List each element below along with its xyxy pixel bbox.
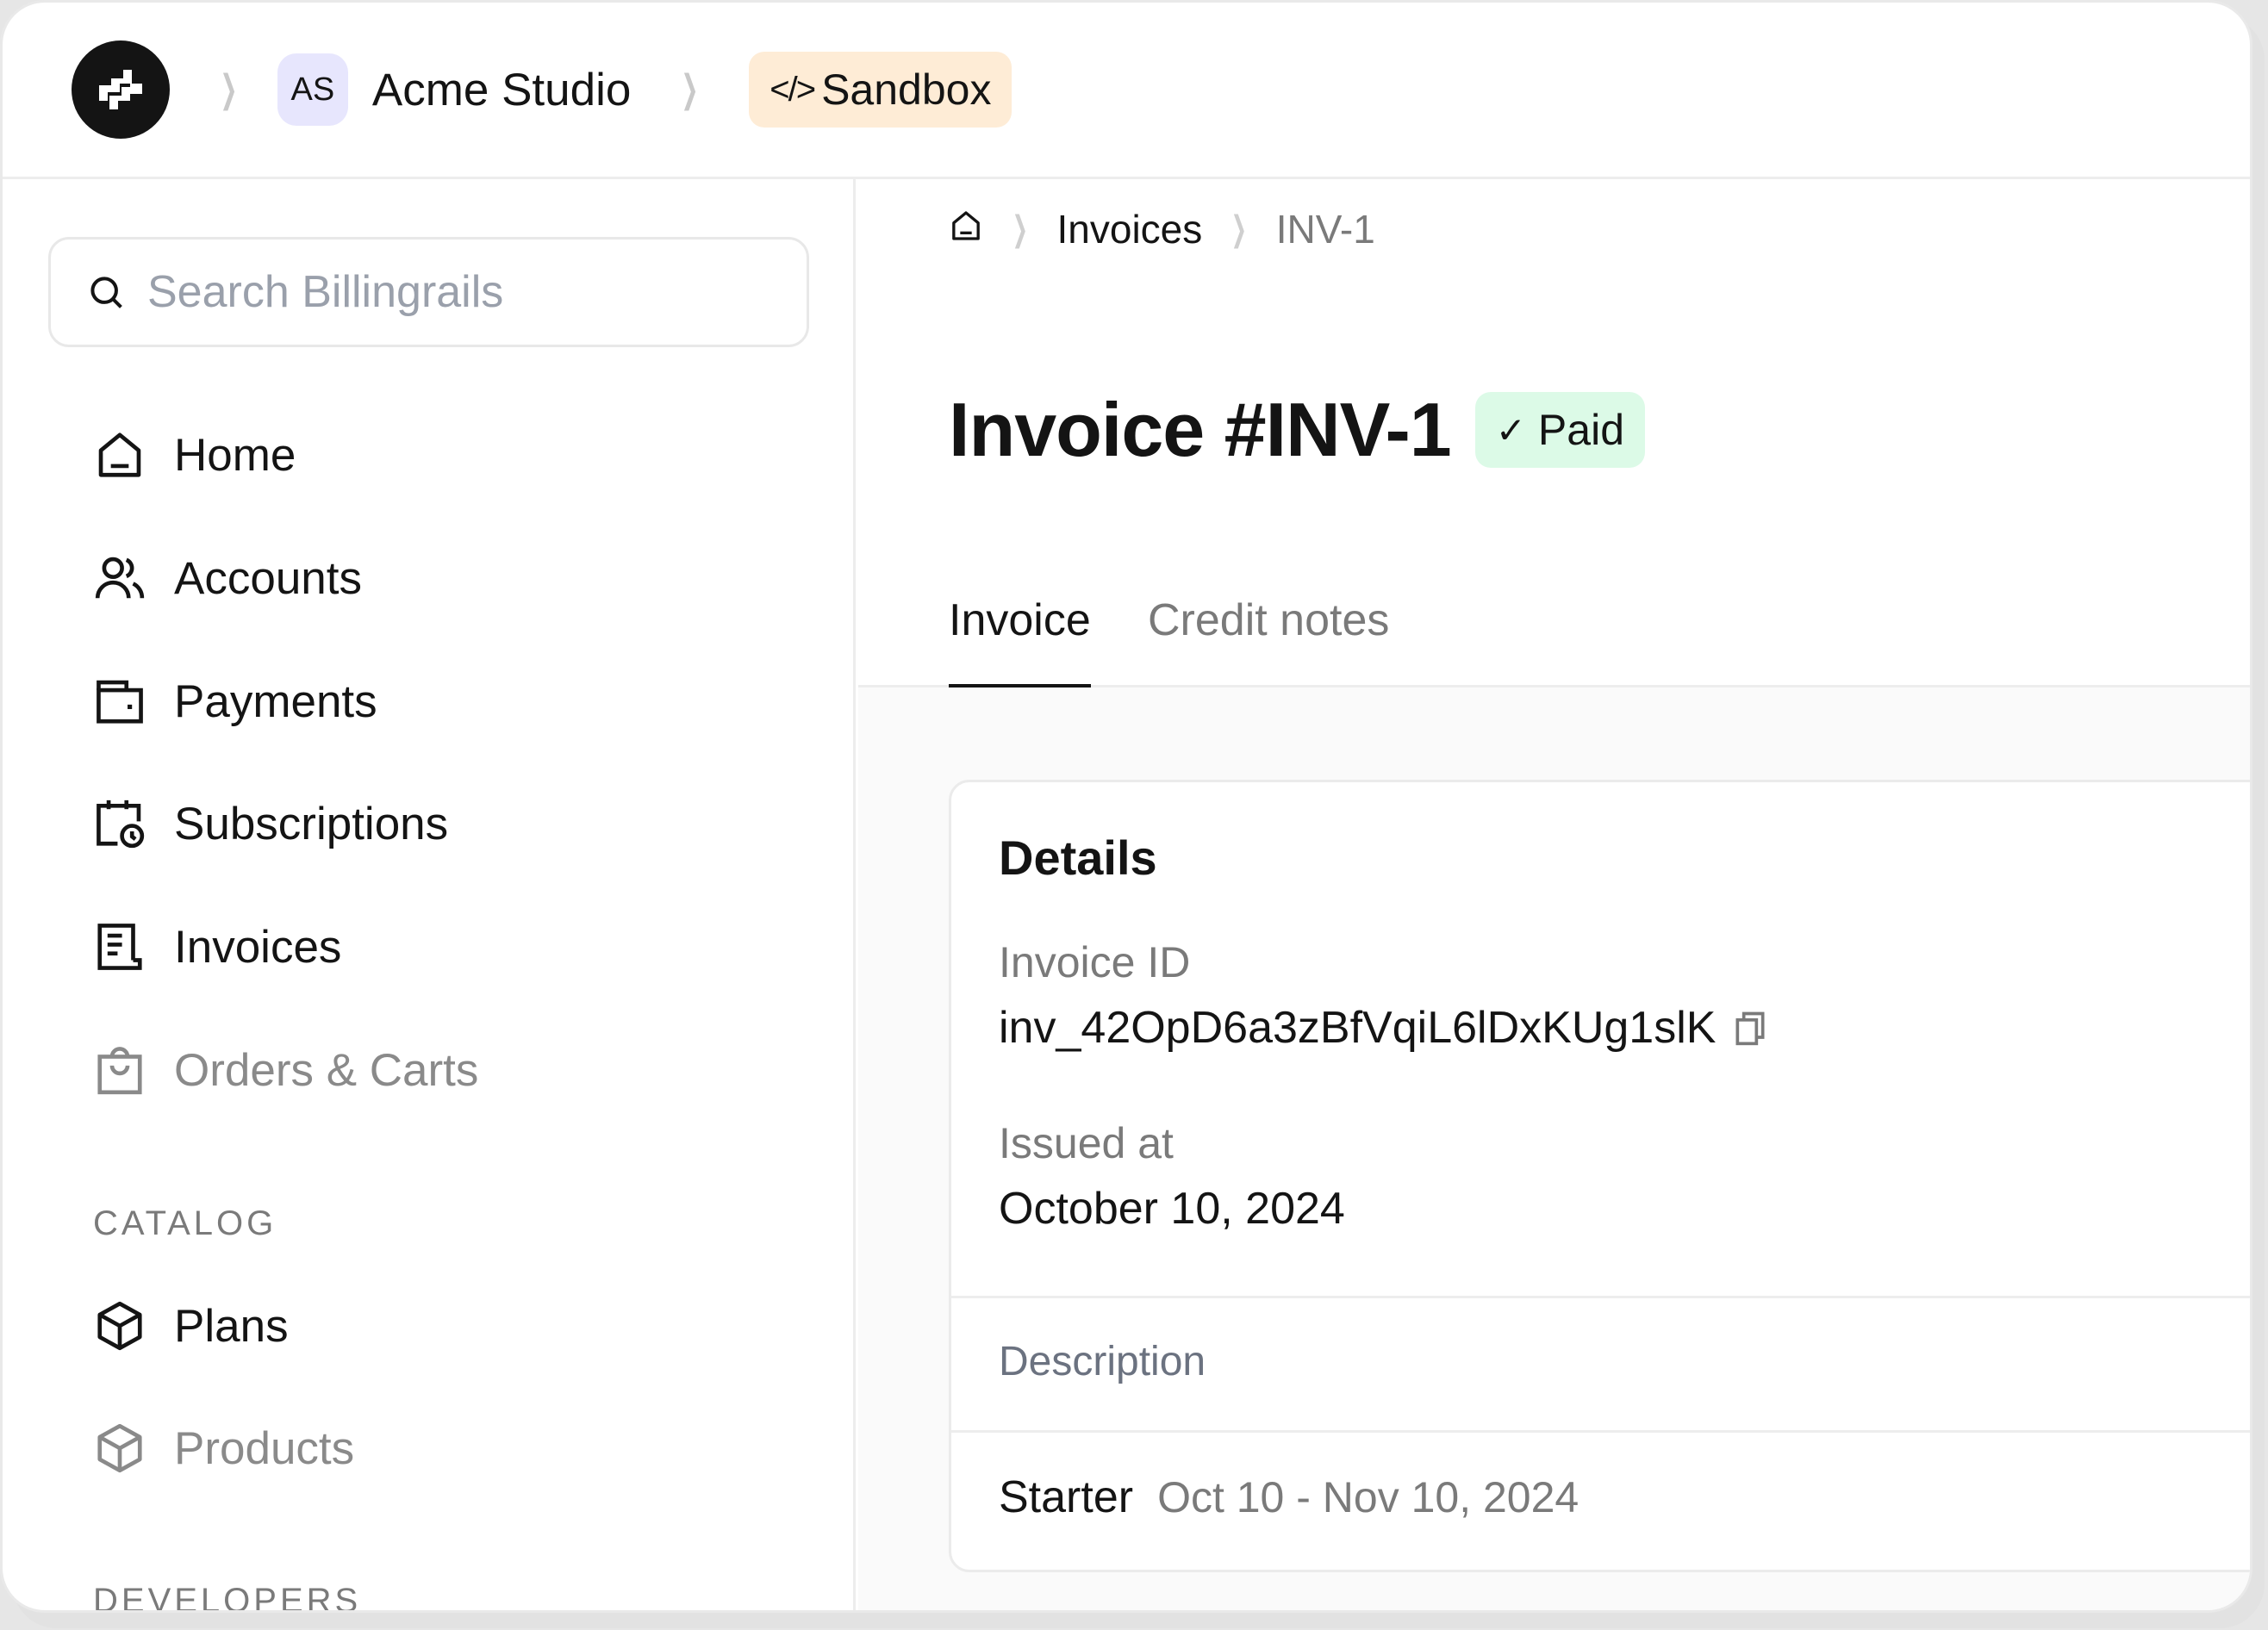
divider: [951, 1296, 2250, 1298]
code-icon: </>: [770, 70, 816, 109]
org-avatar[interactable]: AS: [277, 53, 348, 126]
line-item-row: Starter Oct 10 - Nov 10, 2024: [999, 1471, 1579, 1523]
sidebar-item-label: Accounts: [174, 552, 363, 604]
tab-label: Invoice: [949, 594, 1091, 645]
search-icon: [90, 277, 122, 308]
divider: [951, 1430, 2250, 1433]
box-icon: [93, 1299, 146, 1353]
sidebar-item-label: Home: [174, 429, 296, 481]
details-title: Details: [999, 831, 1157, 885]
users-icon: [93, 551, 146, 605]
invoice-id-value: inv_42OpD6a3zBfVqiL6lDxKUg1slK: [999, 1002, 1769, 1054]
details-card: Details Invoice ID inv_42OpD6a3zBfVqiL6l…: [949, 780, 2250, 1572]
check-icon: ✓: [1495, 409, 1526, 451]
sidebar-item-invoices[interactable]: Invoices: [93, 912, 341, 981]
status-label: Paid: [1537, 406, 1624, 454]
app-window: ❯ AS Acme Studio ❯ </> Sandbox Home: [0, 0, 2252, 1613]
tab-invoice[interactable]: Invoice: [949, 571, 1091, 690]
wallet-icon: [93, 675, 146, 728]
home-icon: [952, 211, 980, 240]
search-box[interactable]: [48, 237, 809, 347]
breadcrumb: ❯ Invoices ❯ INV-1: [949, 203, 1375, 255]
line-items-header: Description: [999, 1339, 1206, 1384]
environment-label: Sandbox: [821, 65, 992, 114]
status-badge: ✓ Paid: [1474, 392, 1645, 468]
chevron-right-icon: ❯: [220, 68, 238, 110]
chevron-right-icon: ❯: [1012, 210, 1028, 248]
breadcrumb-home[interactable]: [949, 206, 983, 252]
invoice-id-text: inv_42OpD6a3zBfVqiL6lDxKUg1slK: [999, 1003, 1717, 1053]
sidebar-item-label: Plans: [174, 1300, 289, 1352]
home-icon: [93, 428, 146, 482]
sidebar-item-label: Subscriptions: [174, 798, 449, 849]
chevron-right-icon: ❯: [1231, 210, 1248, 248]
sidebar-item-home[interactable]: Home: [93, 420, 296, 489]
billingrails-logo-icon[interactable]: [72, 40, 170, 139]
breadcrumb-invoices[interactable]: Invoices: [1057, 206, 1203, 252]
search-input[interactable]: [147, 266, 768, 318]
sidebar-item-subscriptions[interactable]: Subscriptions: [93, 789, 448, 858]
sidebar-item-accounts[interactable]: Accounts: [93, 544, 362, 613]
tabs: Invoice Credit notes: [858, 571, 2250, 690]
breadcrumb-current: INV-1: [1275, 207, 1375, 252]
tab-credit-notes[interactable]: Credit notes: [1148, 571, 1389, 687]
copy-icon[interactable]: [1731, 1009, 1769, 1047]
sidebar-item-orders-carts[interactable]: Orders & Carts: [93, 1036, 478, 1104]
line-item-period: Oct 10 - Nov 10, 2024: [1157, 1473, 1580, 1521]
tab-label: Credit notes: [1148, 594, 1390, 645]
org-name[interactable]: Acme Studio: [372, 64, 631, 116]
sidebar-item-label: Payments: [174, 675, 377, 727]
invoice-id-label: Invoice ID: [999, 938, 1191, 986]
issued-at-label: Issued at: [999, 1119, 1174, 1167]
sidebar-item-payments[interactable]: Payments: [93, 667, 377, 736]
receipt-icon: [93, 920, 146, 974]
tab-panel: Details Invoice ID inv_42OpD6a3zBfVqiL6l…: [858, 687, 2250, 1610]
sidebar-item-label: Invoices: [174, 921, 342, 973]
sidebar-item-plans[interactable]: Plans: [93, 1291, 289, 1360]
sidebar-item-label: Products: [174, 1422, 355, 1474]
title-row: Invoice #INV-1 ✓ Paid: [949, 386, 1645, 474]
sidebar-item-products[interactable]: Products: [93, 1414, 354, 1483]
sidebar: Home Accounts Payments: [3, 179, 856, 1610]
top-bar: ❯ AS Acme Studio ❯ </> Sandbox: [3, 3, 2250, 179]
line-item-name: Starter: [999, 1472, 1134, 1522]
section-label-developers: DEVELOPERS: [93, 1582, 362, 1613]
chevron-right-icon: ❯: [681, 68, 699, 110]
sidebar-item-label: Orders & Carts: [174, 1044, 479, 1096]
main-content: ❯ Invoices ❯ INV-1 Invoice #INV-1 ✓ Paid…: [858, 179, 2250, 1610]
box-icon: [93, 1422, 146, 1475]
shopping-bag-icon: [93, 1043, 146, 1097]
calendar-clock-icon: [93, 797, 146, 850]
section-label-catalog: CATALOG: [93, 1204, 277, 1242]
issued-at-value: October 10, 2024: [999, 1184, 1345, 1234]
environment-badge[interactable]: </> Sandbox: [749, 52, 1012, 128]
page-title: Invoice #INV-1: [949, 387, 1452, 472]
